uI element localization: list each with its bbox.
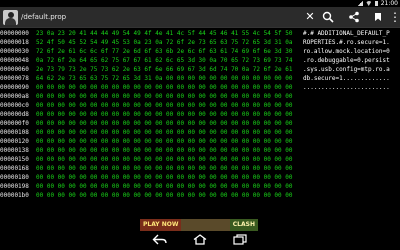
row-ascii[interactable]: #.# ADDITIONAL_DEFAULT_P bbox=[303, 29, 400, 38]
app-icon[interactable] bbox=[3, 10, 18, 25]
row-hex-bytes[interactable]: 00 00 00 00 00 00 00 00 00 00 00 00 00 0… bbox=[36, 182, 302, 191]
navigation-bar bbox=[0, 231, 400, 250]
row-offset: 000000a8 bbox=[0, 93, 29, 100]
wifi-icon bbox=[365, 1, 372, 6]
row-hex-bytes[interactable]: 00 00 00 00 00 00 00 00 00 00 00 00 00 0… bbox=[36, 164, 302, 173]
bookmark-icon[interactable] bbox=[370, 9, 386, 25]
hex-row[interactable]: 00000120 00 00 00 00 00 00 00 00 00 00 00… bbox=[0, 137, 400, 146]
row-hex-bytes[interactable]: 00 00 00 00 00 00 00 00 00 00 00 00 00 0… bbox=[36, 155, 302, 164]
signal-icon bbox=[356, 1, 363, 6]
row-hex-bytes[interactable]: 00 00 00 00 00 00 00 00 00 00 00 00 00 0… bbox=[36, 110, 302, 119]
row-offset: 00000048 bbox=[0, 57, 29, 64]
hex-view[interactable]: 00000000 23 0a 23 20 41 44 44 49 54 49 4f… bbox=[0, 29, 400, 200]
hex-row[interactable]: 00000198 00 00 00 00 00 00 00 00 00 00 00… bbox=[0, 182, 400, 191]
row-offset: 00000078 bbox=[0, 75, 29, 82]
row-hex-bytes[interactable]: 00 00 00 00 00 00 00 00 00 00 00 00 00 0… bbox=[36, 92, 302, 101]
hex-row[interactable]: 00000000 23 0a 23 20 41 44 44 49 54 49 4f… bbox=[0, 29, 400, 38]
action-bar: /default.prop ✕ ⋮ bbox=[0, 7, 400, 28]
row-offset: 00000120 bbox=[0, 138, 29, 145]
row-hex-bytes[interactable]: 72 6f 2e 61 6c 6c 6f 77 2e 6d 6f 63 6b 2… bbox=[36, 47, 302, 56]
battery-icon bbox=[374, 1, 378, 6]
row-offset: 000000d8 bbox=[0, 111, 29, 118]
recent-apps-icon[interactable] bbox=[230, 234, 250, 247]
status-time: 21:00 bbox=[380, 0, 398, 7]
row-hex-bytes[interactable]: 0a 72 6f 2e 64 65 62 75 67 67 61 62 6c 6… bbox=[36, 56, 302, 65]
hex-row[interactable]: 000000f0 00 00 00 00 00 00 00 00 00 00 00… bbox=[0, 119, 400, 128]
row-ascii[interactable]: .sys.usb.config=mtp.ro.a bbox=[303, 65, 400, 74]
row-offset: 00000168 bbox=[0, 165, 29, 172]
row-hex-bytes[interactable]: 00 00 00 00 00 00 00 00 00 00 00 00 00 0… bbox=[36, 128, 302, 137]
hex-row[interactable]: 00000030 72 6f 2e 61 6c 6c 6f 77 2e 6d 6f… bbox=[0, 47, 400, 56]
row-offset: 00000018 bbox=[0, 39, 29, 46]
row-ascii[interactable]: ........................ bbox=[303, 83, 400, 92]
hex-row[interactable]: 000000d8 00 00 00 00 00 00 00 00 00 00 00… bbox=[0, 110, 400, 119]
hex-row[interactable]: 00000150 00 00 00 00 00 00 00 00 00 00 00… bbox=[0, 155, 400, 164]
row-ascii[interactable]: .ro.debuggable=0.persist bbox=[303, 56, 400, 65]
hex-row[interactable]: 000000c0 00 00 00 00 00 00 00 00 00 00 00… bbox=[0, 101, 400, 110]
row-hex-bytes[interactable]: 2e 73 79 73 2e 75 73 62 2e 63 6f 6e 66 6… bbox=[36, 65, 302, 74]
row-hex-bytes[interactable]: 00 00 00 00 00 00 00 00 00 00 00 00 00 0… bbox=[36, 146, 302, 155]
hex-row[interactable]: 00000048 0a 72 6f 2e 64 65 62 75 67 67 61… bbox=[0, 56, 400, 65]
row-hex-bytes[interactable]: 00 00 00 00 00 00 00 00 00 00 00 00 00 0… bbox=[36, 119, 302, 128]
row-offset: 00000138 bbox=[0, 147, 29, 154]
hex-row[interactable]: 00000180 00 00 00 00 00 00 00 00 00 00 00… bbox=[0, 173, 400, 182]
row-offset: 00000030 bbox=[0, 48, 29, 55]
row-ascii[interactable]: ro.allow.mock.location=0 bbox=[303, 47, 400, 56]
row-ascii[interactable]: db.secure=1............. bbox=[303, 74, 400, 83]
row-offset: 00000150 bbox=[0, 156, 29, 163]
row-offset: 00000180 bbox=[0, 174, 29, 181]
hex-row[interactable]: 000000a8 00 00 00 00 00 00 00 00 00 00 00… bbox=[0, 92, 400, 101]
row-offset: 000001b0 bbox=[0, 192, 29, 199]
hex-row[interactable]: 00000138 00 00 00 00 00 00 00 00 00 00 00… bbox=[0, 146, 400, 155]
home-icon[interactable] bbox=[190, 234, 210, 247]
row-hex-bytes[interactable]: 64 62 2e 73 65 63 75 72 65 3d 31 0a 00 0… bbox=[36, 74, 302, 83]
row-hex-bytes[interactable]: 00 00 00 00 00 00 00 00 00 00 00 00 00 0… bbox=[36, 137, 302, 146]
status-icons: 21:00 bbox=[356, 0, 398, 7]
row-offset: 000000f0 bbox=[0, 120, 29, 127]
overflow-menu-icon[interactable]: ⋮ bbox=[389, 9, 400, 25]
hex-row[interactable]: 00000060 2e 73 79 73 2e 75 73 62 2e 63 6f… bbox=[0, 65, 400, 74]
close-icon[interactable]: ✕ bbox=[302, 9, 318, 25]
row-ascii[interactable]: ROPERTIES.#.ro.secure=1. bbox=[303, 38, 400, 47]
row-offset: 000000c0 bbox=[0, 102, 29, 109]
search-icon[interactable] bbox=[320, 9, 336, 25]
hex-row[interactable]: 00000108 00 00 00 00 00 00 00 00 00 00 00… bbox=[0, 128, 400, 137]
row-offset: 00000000 bbox=[0, 30, 29, 37]
row-hex-bytes[interactable]: 52 4f 50 45 52 54 49 45 53 0a 23 0a 72 6… bbox=[36, 38, 302, 47]
row-hex-bytes[interactable]: 00 00 00 00 00 00 00 00 00 00 00 00 00 0… bbox=[36, 83, 302, 92]
row-offset: 00000198 bbox=[0, 183, 29, 190]
row-hex-bytes[interactable]: 23 0a 23 20 41 44 44 49 54 49 4f 4e 41 4… bbox=[36, 29, 302, 38]
row-hex-bytes[interactable]: 00 00 00 00 00 00 00 00 00 00 00 00 00 0… bbox=[36, 101, 302, 110]
row-offset: 00000090 bbox=[0, 84, 29, 91]
hex-row[interactable]: 00000168 00 00 00 00 00 00 00 00 00 00 00… bbox=[0, 164, 400, 173]
row-hex-bytes[interactable]: 00 00 00 00 00 00 00 00 00 00 00 00 00 0… bbox=[36, 173, 302, 182]
ad-game-logo[interactable]: CLASH bbox=[229, 219, 258, 231]
ad-cta[interactable]: PLAY NOW bbox=[140, 219, 182, 231]
row-offset: 00000108 bbox=[0, 129, 29, 136]
hex-row[interactable]: 00000090 00 00 00 00 00 00 00 00 00 00 00… bbox=[0, 83, 400, 92]
hex-row[interactable]: 000001b0 00 00 00 00 00 00 00 00 00 00 00… bbox=[0, 191, 400, 200]
row-offset: 00000060 bbox=[0, 66, 29, 73]
ad-banner[interactable]: PLAY NOW CLASH bbox=[140, 219, 258, 231]
file-title: /default.prop bbox=[21, 13, 67, 21]
row-hex-bytes[interactable]: 00 00 00 00 00 00 00 00 00 00 00 00 00 0… bbox=[36, 191, 302, 200]
status-bar: 21:00 bbox=[0, 0, 400, 7]
back-icon[interactable] bbox=[150, 234, 170, 247]
share-icon[interactable] bbox=[346, 9, 362, 25]
hex-row[interactable]: 00000078 64 62 2e 73 65 63 75 72 65 3d 31… bbox=[0, 74, 400, 83]
hex-row[interactable]: 00000018 52 4f 50 45 52 54 49 45 53 0a 23… bbox=[0, 38, 400, 47]
